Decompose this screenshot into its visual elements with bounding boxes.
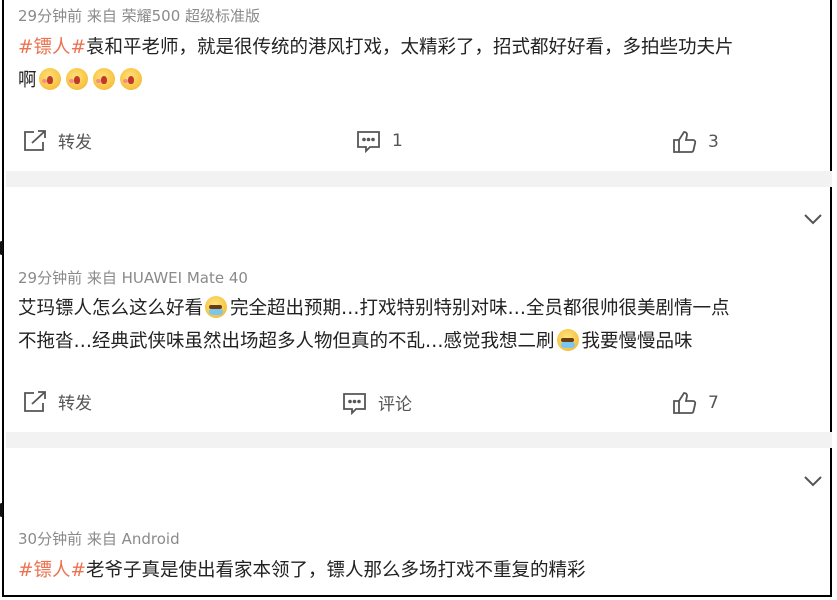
comment-body: 不拖沓…经典武侠味虽然出场超多人物但真的不乱…感觉我想二刷 [18,331,555,352]
comment-label: 评论 [378,395,412,415]
hashtag-link[interactable]: #镖人# [18,560,86,581]
comment-text: #镖人#袁和平老师，就是很传统的港风打戏，太精彩了，招式都好好看，多拍些功夫片 … [18,31,830,97]
comment-icon [357,131,380,153]
comment-count: 1 [392,131,403,151]
comment-button[interactable]: 1 [356,129,403,153]
repost-label: 转发 [58,133,92,153]
comment-body: 袁和平老师，就是很传统的港风打戏，太精彩了，招式都好好看，多拍些功夫片 [86,37,734,58]
comment-feed: 29分钟前 来自 荣耀500 超级标准版 #镖人#袁和平老师，就是很传统的港风打… [2,0,832,597]
comment-button[interactable]: 评论 [342,390,412,415]
comment-text: #镖人#老爷子真是使出看家本领了，镖人那么多场打戏不重复的精彩 [18,554,830,587]
share-icon [24,129,46,151]
hashtag-link[interactable]: #镖人# [18,37,86,58]
comment-text: 艾玛镖人怎么这么好看 完全超出预期…打戏特别特别对味…全员都很帅很美剧情一点 不拖… [18,292,830,358]
chevron-down-icon[interactable] [802,474,824,488]
comment-body: 我要慢慢品味 [581,331,693,352]
repost-button[interactable]: 转发 [22,128,92,153]
comment-meta: 29分钟前 来自 HUAWEI Mate 40 [18,269,248,287]
thumbs-up-icon [673,392,697,414]
blush-emoji-icon [92,68,115,90]
chevron-down-icon[interactable] [802,212,824,226]
comment-meta: 30分钟前 来自 Android [18,530,180,548]
blush-emoji-icon [119,68,142,90]
like-button[interactable]: 3 [672,130,719,154]
thumbs-up-icon [673,131,697,153]
comment-body-line2: 啊 [18,70,37,91]
comment-body: 老爷子真是使出看家本领了，镖人那么多场打戏不重复的精彩 [86,560,586,581]
comment-meta: 29分钟前 来自 荣耀500 超级标准版 [18,7,261,25]
comment-body: 完全超出预期…打戏特别特别对味…全员都很帅很美剧情一点 [230,298,730,319]
like-button[interactable]: 7 [672,391,719,415]
window-edge-marker [0,241,3,255]
divider [6,432,832,448]
smile-emoji-icon [556,329,579,351]
comment-body: 艾玛镖人怎么这么好看 [18,298,204,319]
repost-button[interactable]: 转发 [22,389,92,414]
share-icon [24,390,46,412]
like-count: 7 [708,393,719,413]
comment-icon [343,392,366,415]
window-edge-marker [0,503,3,517]
blush-emoji-icon [38,68,61,90]
like-count: 3 [708,132,719,152]
divider [6,171,832,187]
smile-emoji-icon [205,296,228,318]
blush-emoji-icon [65,68,88,90]
repost-label: 转发 [58,394,92,414]
